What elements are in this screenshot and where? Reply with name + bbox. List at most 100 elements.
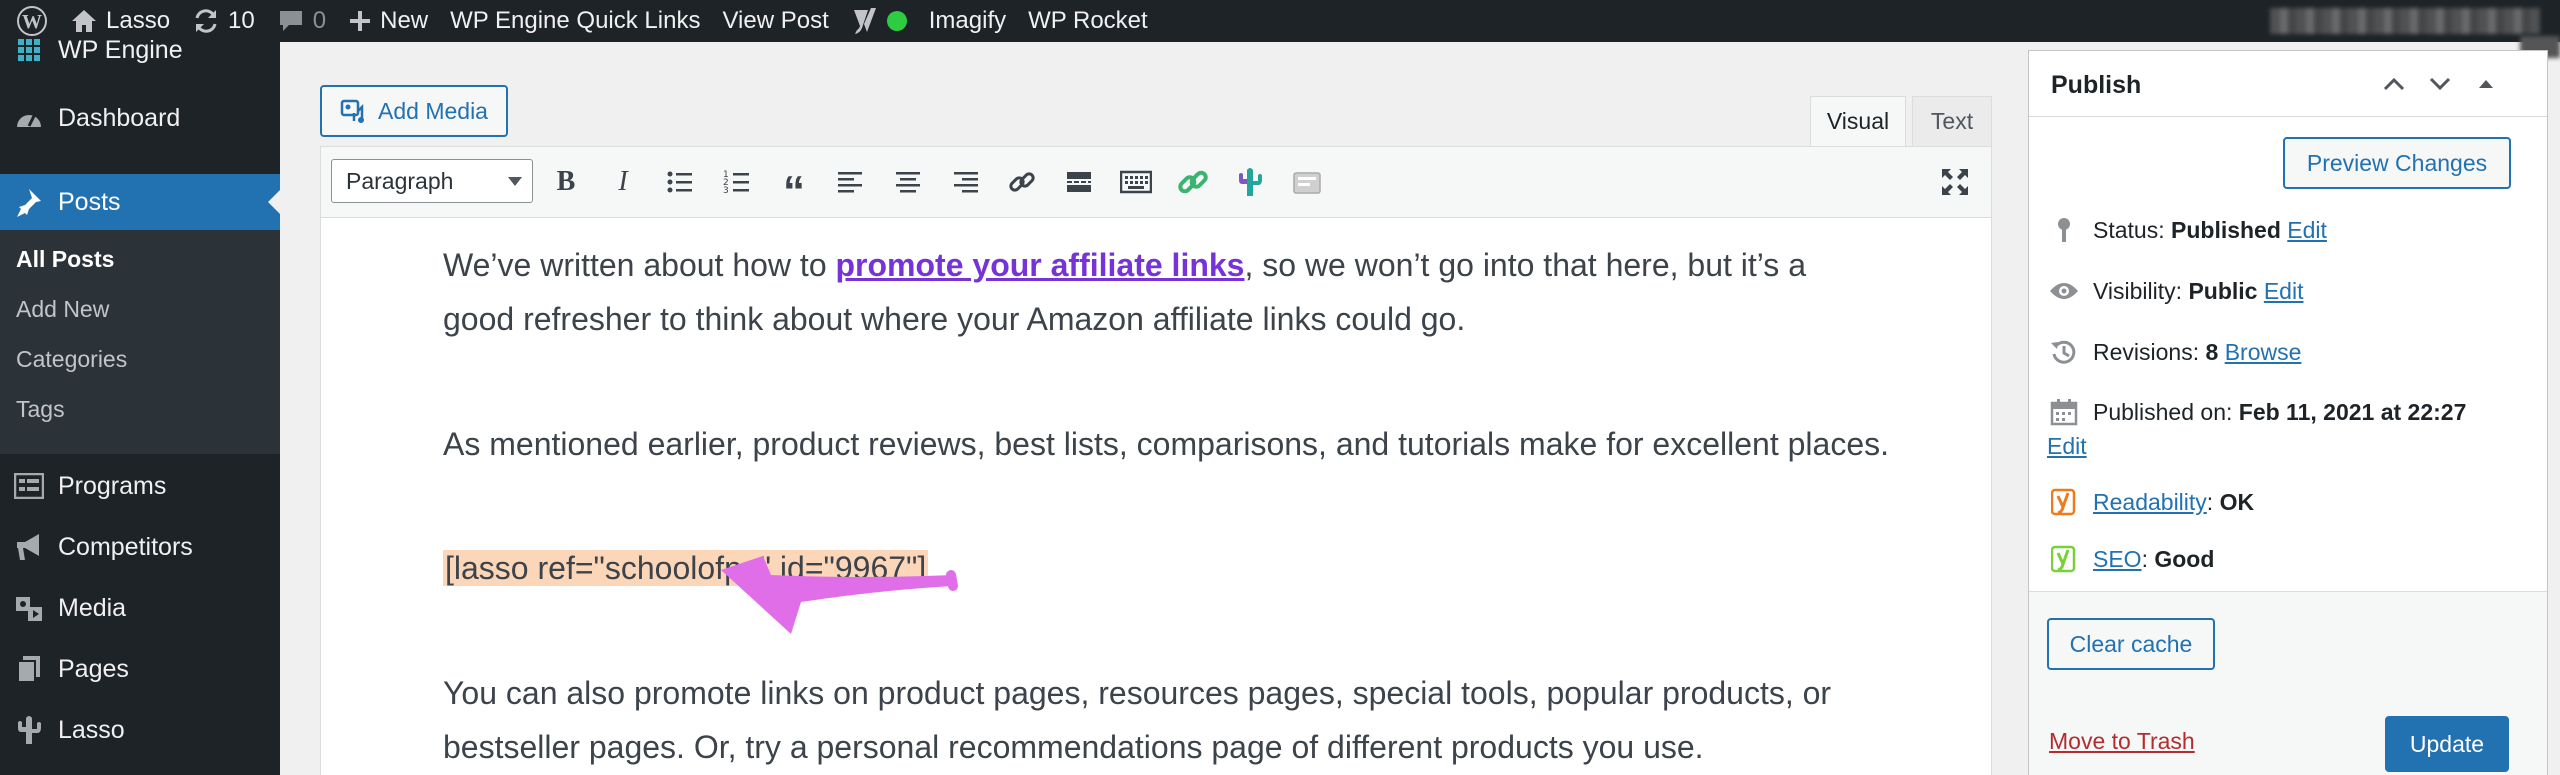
revisions-label: Revisions: — [2093, 338, 2200, 365]
editor-content[interactable]: We’ve written about how to promote your … — [320, 218, 1992, 775]
yoast-menu[interactable] — [840, 0, 918, 42]
account-menu[interactable] — [2270, 8, 2540, 34]
align-right-icon — [954, 172, 978, 193]
add-media-label: Add Media — [378, 97, 488, 124]
sidebar-item-dashboard[interactable]: Dashboard — [0, 90, 280, 146]
readability-link[interactable]: Readability — [2093, 489, 2207, 516]
bold-icon: B — [556, 166, 576, 197]
wp-rocket-link[interactable]: WP Rocket — [1017, 0, 1159, 42]
imagify-link[interactable]: Imagify — [918, 0, 1017, 42]
seo-value: Good — [2154, 545, 2215, 572]
submenu-tags[interactable]: Tags — [16, 396, 65, 423]
italic-button[interactable]: I — [604, 163, 642, 201]
chevron-up-icon — [2383, 77, 2405, 91]
tab-text[interactable]: Text — [1912, 96, 1992, 146]
revisions-value: 8 — [2205, 338, 2219, 365]
megaphone-icon — [12, 530, 46, 564]
submenu-add-new[interactable]: Add New — [16, 296, 109, 323]
comments-count: 0 — [312, 7, 327, 34]
numbered-list-icon: 123 — [723, 170, 749, 195]
lasso-link-button[interactable] — [1174, 163, 1212, 201]
format-select[interactable]: Paragraph — [331, 159, 533, 203]
posts-submenu: All Posts Add New Categories Tags — [0, 230, 280, 454]
collapse-toggle-button[interactable] — [2471, 69, 2501, 99]
dashboard-icon — [12, 101, 46, 135]
lasso-display-button[interactable] — [1231, 163, 1269, 201]
paragraph-3-line-2: bestseller pages. Or, try a personal rec… — [443, 729, 1704, 765]
move-to-trash-link[interactable]: Move to Trash — [2049, 728, 2195, 755]
eye-icon — [2049, 276, 2079, 306]
shortcode-button[interactable] — [1288, 163, 1326, 201]
read-more-button[interactable] — [1060, 163, 1098, 201]
clear-cache-button[interactable]: Clear cache — [2047, 618, 2215, 670]
sidebar-item-programs[interactable]: Programs — [0, 458, 280, 514]
align-center-icon — [896, 172, 920, 193]
blockquote-button[interactable]: “ — [775, 163, 813, 214]
sidebar-item-wp-engine[interactable]: WP Engine — [0, 28, 280, 72]
keyboard-icon — [1120, 170, 1152, 194]
sidebar-item-label: Media — [58, 593, 127, 622]
preview-changes-button[interactable]: Preview Changes — [2283, 137, 2511, 189]
italic-icon: I — [618, 166, 628, 197]
list-icon — [12, 469, 46, 503]
format-select-value: Paragraph — [346, 167, 454, 194]
editor-toolbar: Paragraph B I 123 “ — [320, 146, 1992, 218]
sidebar-item-label: Competitors — [58, 532, 193, 561]
read-more-icon — [1067, 172, 1091, 192]
sidebar-item-label: Dashboard — [58, 103, 181, 132]
green-link-icon — [1178, 170, 1208, 194]
seo-link[interactable]: SEO — [2093, 546, 2142, 573]
seo-score-dot-icon — [886, 11, 907, 31]
chevron-down-icon — [2429, 77, 2451, 91]
update-button[interactable]: Update — [2385, 716, 2509, 772]
sidebar-item-posts[interactable]: Posts — [0, 174, 280, 230]
submenu-all-posts[interactable]: All Posts — [16, 246, 114, 273]
wp-engine-quick-links[interactable]: WP Engine Quick Links — [439, 0, 711, 42]
align-left-icon — [838, 172, 862, 193]
sidebar-item-lasso[interactable]: Lasso — [0, 702, 280, 758]
svg-text:3: 3 — [723, 186, 729, 195]
add-media-button[interactable]: Add Media — [320, 85, 508, 137]
submenu-categories[interactable]: Categories — [16, 346, 127, 373]
admin-sidebar: WP Engine Dashboard Posts All Posts Add … — [0, 36, 280, 775]
comment-icon — [277, 8, 305, 34]
fullscreen-button[interactable] — [1936, 163, 1974, 201]
paragraph-3-line-1: You can also promote links on product pa… — [443, 675, 1832, 711]
media-icon — [12, 591, 46, 625]
pages-icon — [12, 652, 46, 686]
view-post-link[interactable]: View Post — [711, 0, 839, 42]
edit-date-link[interactable]: Edit — [2047, 433, 2087, 460]
sidebar-item-label: Lasso — [58, 715, 125, 744]
quote-icon: “ — [783, 167, 805, 216]
visibility-value: Public — [2188, 277, 2258, 304]
sidebar-item-pages[interactable]: Pages — [0, 641, 280, 697]
fullscreen-icon — [1942, 169, 1968, 195]
publish-box: Publish Preview Changes Status: Publishe… — [2028, 50, 2548, 775]
tab-visual[interactable]: Visual — [1810, 96, 1906, 146]
browse-revisions-link[interactable]: Browse — [2225, 339, 2302, 366]
sidebar-item-competitors[interactable]: Competitors — [0, 519, 280, 575]
insert-link-button[interactable] — [1003, 163, 1041, 201]
align-right-button[interactable] — [946, 163, 984, 201]
edit-status-link[interactable]: Edit — [2287, 217, 2327, 244]
align-center-button[interactable] — [889, 163, 927, 201]
bold-button[interactable]: B — [547, 163, 585, 201]
edit-visibility-link[interactable]: Edit — [2264, 278, 2304, 305]
sidebar-item-media[interactable]: Media — [0, 580, 280, 636]
chevron-down-icon — [508, 177, 522, 186]
align-left-button[interactable] — [832, 163, 870, 201]
published-on-row: Published on: Feb 11, 2021 at 22:27 — [2049, 397, 2466, 427]
triangle-up-icon — [2479, 80, 2493, 88]
bulleted-list-button[interactable] — [661, 163, 699, 201]
pin-icon — [12, 185, 46, 219]
move-up-button[interactable] — [2379, 69, 2409, 99]
toolbar-toggle-button[interactable] — [1117, 163, 1155, 201]
sidebar-item-label: Programs — [58, 471, 167, 500]
numbered-list-button[interactable]: 123 — [718, 163, 756, 201]
link-icon — [1009, 172, 1035, 192]
move-down-button[interactable] — [2425, 69, 2455, 99]
readability-row: Readability: OK — [2049, 487, 2254, 517]
yoast-seo-icon — [2049, 544, 2079, 574]
new-content-link[interactable]: New — [337, 0, 439, 42]
published-on-value: Feb 11, 2021 at 22:27 — [2238, 398, 2467, 425]
